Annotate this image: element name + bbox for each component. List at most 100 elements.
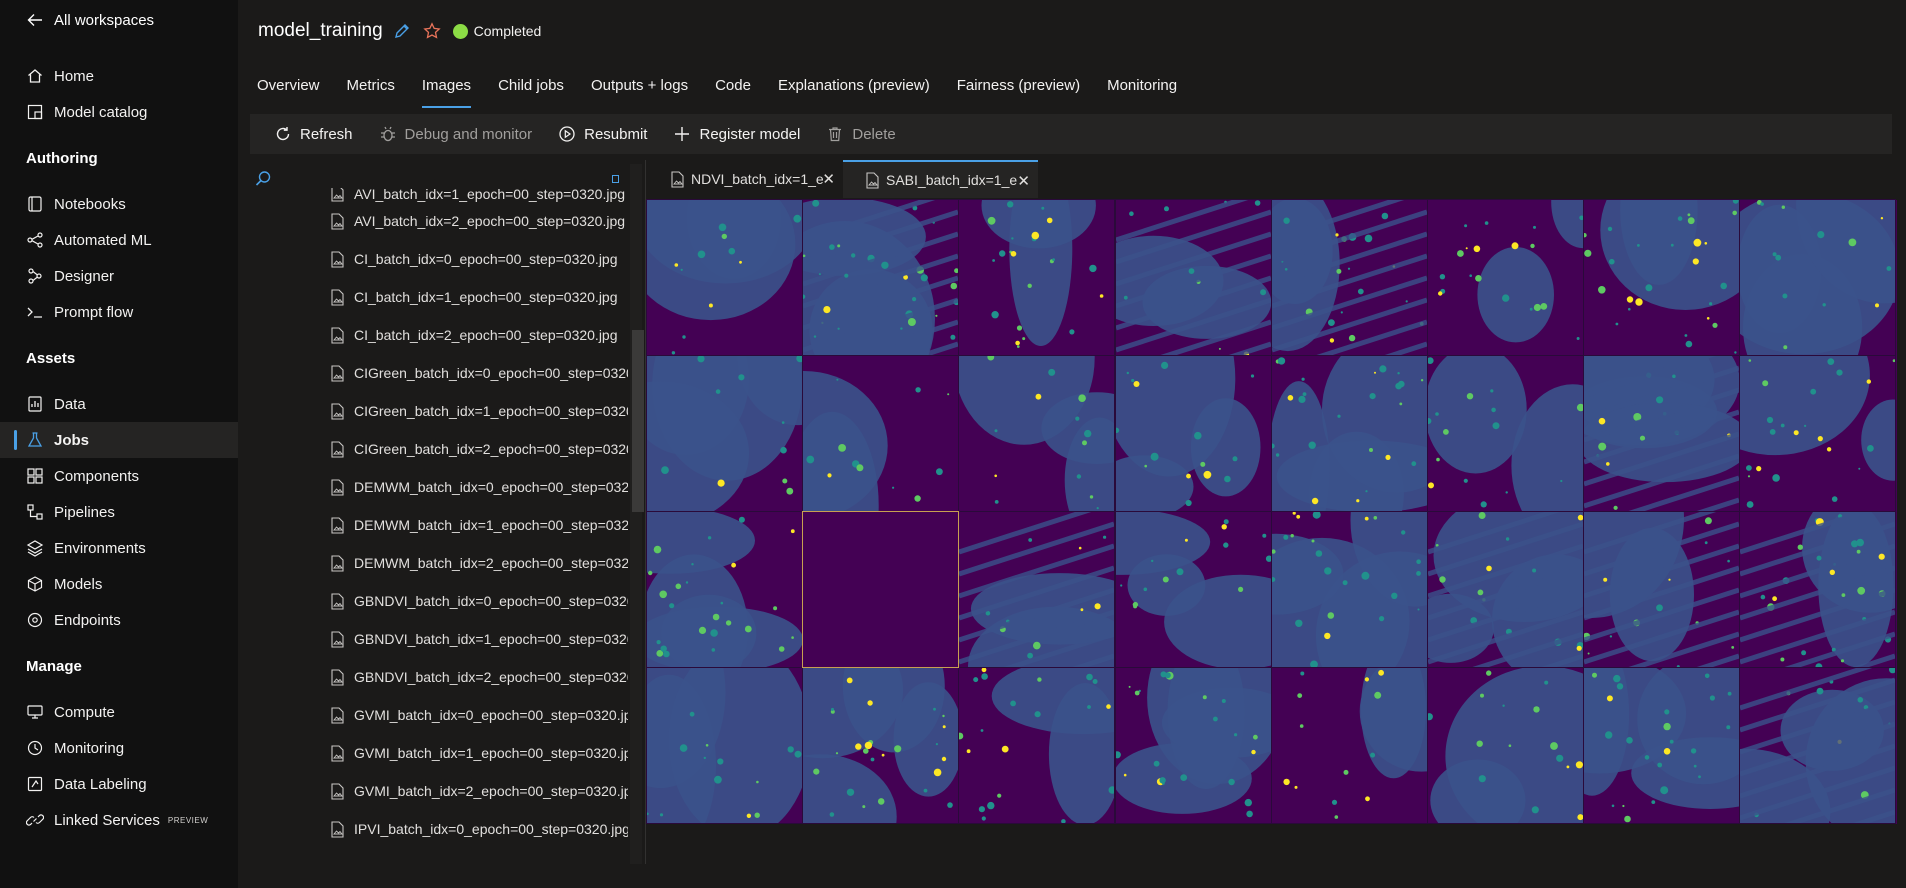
tab-explanations-preview[interactable]: Explanations (preview): [778, 78, 930, 108]
close-tab-icon[interactable]: ✕: [822, 170, 835, 188]
sidebar-item-components[interactable]: Components: [0, 458, 238, 494]
preview-badge: PREVIEW: [167, 815, 209, 825]
file-item[interactable]: AVI_batch_idx=1_epoch=00_step=0320.jpg: [248, 188, 628, 202]
image-tile[interactable]: [1270, 355, 1428, 512]
image-tile[interactable]: [802, 199, 960, 356]
image-tile[interactable]: [1739, 355, 1897, 512]
all-workspaces-link[interactable]: All workspaces: [0, 8, 238, 32]
image-tile[interactable]: [1739, 199, 1897, 356]
file-list-scroll-thumb[interactable]: [632, 330, 644, 512]
sidebar-item-jobs[interactable]: Jobs: [0, 422, 238, 458]
favorite-star-icon[interactable]: [422, 22, 441, 40]
image-tile[interactable]: [646, 511, 803, 668]
sidebar-item-label: Components: [54, 467, 140, 485]
image-tile[interactable]: [1114, 355, 1272, 512]
file-item[interactable]: DEMWM_batch_idx=0_epoch=00_step=032: [248, 468, 628, 506]
image-tile[interactable]: [646, 667, 803, 824]
image-tile[interactable]: [1739, 667, 1897, 824]
file-list-scrollbar[interactable]: [630, 164, 642, 864]
image-tile[interactable]: [802, 355, 960, 512]
tab-monitoring[interactable]: Monitoring: [1107, 78, 1177, 108]
file-item[interactable]: CIGreen_batch_idx=0_epoch=00_step=0320: [248, 354, 628, 392]
image-tile[interactable]: [802, 511, 960, 668]
job-title: model_training: [258, 20, 383, 41]
sidebar-item-pipelines[interactable]: Pipelines: [0, 494, 238, 530]
image-tile[interactable]: [1114, 511, 1272, 668]
file-item[interactable]: GVMI_batch_idx=0_epoch=00_step=0320.jp: [248, 696, 628, 734]
image-tile[interactable]: [1270, 199, 1428, 356]
image-tile[interactable]: [1583, 511, 1741, 668]
image-tile[interactable]: [1270, 667, 1428, 824]
image-tile[interactable]: [1270, 511, 1428, 668]
pane-divider[interactable]: [645, 160, 646, 864]
sidebar-item-data[interactable]: Data: [0, 386, 238, 422]
tab-fairness-preview[interactable]: Fairness (preview): [957, 78, 1080, 108]
edit-pencil-icon[interactable]: [393, 22, 411, 40]
image-tab[interactable]: NDVI_batch_idx=1_epoch=00_step=0320.jpg✕: [648, 160, 843, 198]
image-tile[interactable]: [1583, 199, 1741, 356]
file-item[interactable]: CIGreen_batch_idx=2_epoch=00_step=0320: [248, 430, 628, 468]
resubmit-button[interactable]: Resubmit: [558, 125, 647, 143]
image-tile[interactable]: [1583, 355, 1741, 512]
image-tile[interactable]: [958, 355, 1116, 512]
image-tile[interactable]: [646, 355, 803, 512]
image-tile[interactable]: [646, 199, 803, 356]
sidebar-item-linked-services[interactable]: Linked Services PREVIEW: [0, 802, 238, 838]
file-item[interactable]: GVMI_batch_idx=2_epoch=00_step=0320.jp: [248, 772, 628, 810]
tab-child-jobs[interactable]: Child jobs: [498, 78, 564, 108]
file-item[interactable]: CI_batch_idx=0_epoch=00_step=0320.jpg: [248, 240, 628, 278]
image-tile[interactable]: [1739, 511, 1897, 668]
image-tab[interactable]: SABI_batch_idx=1_epoch=00_step=0320.jpg✕: [843, 160, 1038, 198]
search-icon[interactable]: [254, 170, 272, 188]
collapse-toggle-icon[interactable]: [612, 175, 619, 183]
file-item[interactable]: GBNDVI_batch_idx=2_epoch=00_step=0320: [248, 658, 628, 696]
image-tile-graphic: [1584, 512, 1740, 667]
file-item[interactable]: CIGreen_batch_idx=1_epoch=00_step=0320: [248, 392, 628, 430]
refresh-button[interactable]: Refresh: [274, 125, 353, 143]
sidebar-item-endpoints[interactable]: Endpoints: [0, 602, 238, 638]
delete-button[interactable]: Delete: [826, 125, 896, 143]
image-tile[interactable]: [1427, 355, 1584, 512]
file-item[interactable]: IPVI_batch_idx=0_epoch=00_step=0320.jpg: [248, 810, 628, 848]
sidebar-item-model-catalog[interactable]: Model catalog: [0, 94, 238, 130]
debug-and-monitor-button[interactable]: Debug and monitor: [379, 125, 532, 143]
sidebar-item-designer[interactable]: Designer: [0, 258, 238, 294]
image-tile[interactable]: [802, 667, 960, 824]
file-item[interactable]: DEMWM_batch_idx=1_epoch=00_step=032: [248, 506, 628, 544]
sidebar-item-compute[interactable]: Compute: [0, 694, 238, 730]
image-file-icon: [671, 170, 684, 188]
sidebar-item-home[interactable]: Home: [0, 58, 238, 94]
tab-outputs-logs[interactable]: Outputs + logs: [591, 78, 688, 108]
file-item[interactable]: CI_batch_idx=1_epoch=00_step=0320.jpg: [248, 278, 628, 316]
sidebar-item-models[interactable]: Models: [0, 566, 238, 602]
image-tile[interactable]: [958, 667, 1116, 824]
file-item[interactable]: CI_batch_idx=2_epoch=00_step=0320.jpg: [248, 316, 628, 354]
image-tile[interactable]: [1583, 667, 1741, 824]
image-tile[interactable]: [1427, 667, 1584, 824]
image-tile[interactable]: [958, 511, 1116, 668]
sidebar-item-prompt-flow[interactable]: Prompt flow: [0, 294, 238, 330]
file-item[interactable]: GVMI_batch_idx=1_epoch=00_step=0320.jp: [248, 734, 628, 772]
file-item[interactable]: GBNDVI_batch_idx=1_epoch=00_step=0320: [248, 620, 628, 658]
image-tile[interactable]: [1427, 199, 1584, 356]
image-tile[interactable]: [1427, 511, 1584, 668]
file-name: CI_batch_idx=2_epoch=00_step=0320.jpg: [354, 327, 618, 343]
tab-overview[interactable]: Overview: [257, 78, 320, 108]
file-name: GBNDVI_batch_idx=0_epoch=00_step=0320: [354, 593, 628, 609]
sidebar-item-monitoring[interactable]: Monitoring: [0, 730, 238, 766]
sidebar-item-automated-ml[interactable]: Automated ML: [0, 222, 238, 258]
file-item[interactable]: GBNDVI_batch_idx=0_epoch=00_step=0320: [248, 582, 628, 620]
tab-metrics[interactable]: Metrics: [347, 78, 395, 108]
sidebar-item-notebooks[interactable]: Notebooks: [0, 186, 238, 222]
image-tile[interactable]: [958, 199, 1116, 356]
sidebar-item-environments[interactable]: Environments: [0, 530, 238, 566]
tab-images[interactable]: Images: [421, 78, 472, 108]
file-item[interactable]: AVI_batch_idx=2_epoch=00_step=0320.jpg: [248, 202, 628, 240]
register-model-button[interactable]: Register model: [673, 125, 800, 143]
tab-code[interactable]: Code: [715, 78, 751, 108]
image-tile[interactable]: [1114, 199, 1272, 356]
image-tile[interactable]: [1114, 667, 1272, 824]
file-item[interactable]: DEMWM_batch_idx=2_epoch=00_step=032: [248, 544, 628, 582]
sidebar-item-data-labeling[interactable]: Data Labeling: [0, 766, 238, 802]
close-tab-icon[interactable]: ✕: [1017, 172, 1030, 190]
